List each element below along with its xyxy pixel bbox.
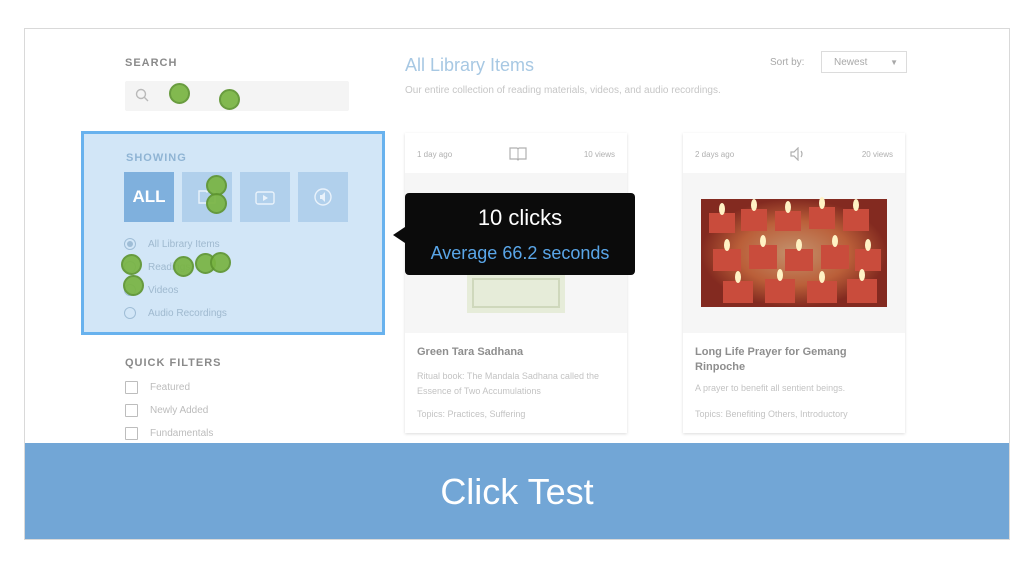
- checkbox[interactable]: [125, 404, 138, 417]
- checkbox-label: Featured: [150, 382, 191, 393]
- chevron-down-icon: ▼: [890, 57, 898, 67]
- tooltip-average: Average 66.2 seconds: [430, 243, 610, 263]
- banner-title: Click Test: [440, 471, 594, 512]
- library-card[interactable]: 2 days ago 20 views Long Life Prayer for…: [683, 133, 905, 433]
- sort-value: Newest: [834, 56, 868, 68]
- card-topics: Topics: Practices, Suffering: [417, 409, 526, 419]
- page-title: All Library Items: [405, 55, 535, 75]
- card-topics: Topics: Benefiting Others, Introductory: [695, 409, 848, 419]
- filter-all-label: ALL: [132, 187, 166, 206]
- book-icon: [509, 147, 527, 161]
- card-time: 1 day ago: [417, 149, 453, 159]
- audio-icon: [314, 188, 332, 206]
- card-views: 20 views: [861, 149, 893, 159]
- radio-button[interactable]: [124, 238, 136, 250]
- showing-filter-area: SHOWING ALL All Library Items Readings V…: [81, 131, 385, 335]
- card-views: 10 views: [583, 149, 615, 159]
- card-title: Long Life Prayer for Gemang Rinpoche: [695, 346, 847, 373]
- checkbox-label: Newly Added: [150, 405, 209, 416]
- click-dot: [121, 254, 142, 275]
- checkbox[interactable]: [125, 381, 138, 394]
- click-dot: [173, 256, 194, 277]
- radio-audio-recordings[interactable]: Audio Recordings: [124, 307, 227, 319]
- filter-videos-button[interactable]: [240, 172, 290, 222]
- card-time: 2 days ago: [695, 149, 735, 159]
- card-image-candles: [683, 173, 905, 333]
- card-description: A prayer to benefit all sentient beings.: [695, 383, 846, 393]
- card-title: Green Tara Sadhana: [417, 346, 524, 358]
- checkbox[interactable]: [125, 427, 138, 440]
- filter-featured[interactable]: Featured: [125, 381, 190, 394]
- radio-label: Audio Recordings: [148, 307, 227, 319]
- search-label: SEARCH: [125, 57, 178, 69]
- radio-all-library-items[interactable]: All Library Items: [124, 238, 220, 250]
- click-test-banner: Click Test: [25, 443, 1009, 539]
- click-dot: [210, 252, 231, 273]
- click-dot: [123, 275, 144, 296]
- showing-label: SHOWING: [126, 152, 187, 164]
- radio-label: All Library Items: [148, 238, 220, 250]
- card-description: Ritual book: The Mandala Sadhana called …: [417, 371, 599, 396]
- checkbox-label: Fundamentals: [150, 428, 214, 439]
- quick-filters-label: QUICK FILTERS: [125, 357, 222, 369]
- filter-audio-button[interactable]: [298, 172, 348, 222]
- library-card[interactable]: 1 day ago 10 views Green Tara Sadhana Ri…: [405, 133, 627, 433]
- sort-select[interactable]: Newest ▼: [821, 51, 907, 73]
- speaker-icon: [790, 147, 803, 161]
- filter-fundamentals[interactable]: Fundamentals: [125, 427, 213, 440]
- radio-label: Videos: [148, 284, 179, 296]
- page-subtitle: Our entire collection of reading materia…: [405, 85, 721, 96]
- filter-all-button[interactable]: ALL: [124, 172, 174, 222]
- click-dot: [206, 193, 227, 214]
- video-icon: [255, 191, 275, 205]
- sort-label: Sort by:: [770, 57, 805, 68]
- filter-newly-added[interactable]: Newly Added: [125, 404, 208, 417]
- search-icon: [135, 88, 149, 102]
- tooltip-clicks: 10 clicks: [477, 205, 563, 230]
- heatmap-screenshot: SEARCH SHOWING ALL All Library Items Rea…: [24, 28, 1010, 540]
- click-stats-tooltip: 10 clicks Average 66.2 seconds: [393, 193, 635, 275]
- click-dot: [219, 89, 240, 110]
- click-dot: [169, 83, 190, 104]
- radio-button[interactable]: [124, 307, 136, 319]
